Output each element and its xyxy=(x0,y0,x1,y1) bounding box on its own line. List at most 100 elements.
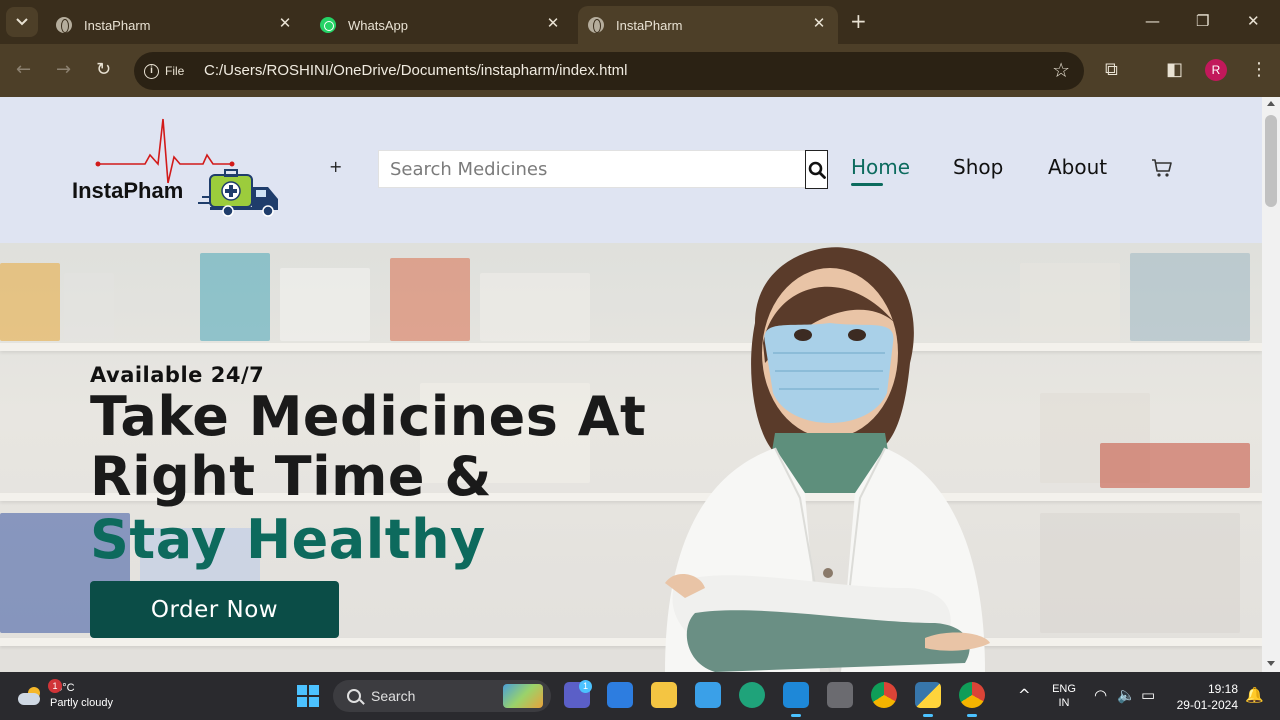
extensions-icon[interactable]: ⧉ xyxy=(1105,59,1118,81)
clock[interactable]: 19:18 29-01-2024 xyxy=(1170,681,1238,713)
hero-headline-line1: Take Medicines At xyxy=(90,385,647,448)
weather-widget[interactable]: 1 26°C Partly cloudy xyxy=(18,679,113,711)
tab-title: InstaPharm xyxy=(616,17,683,33)
pharmacist-image xyxy=(665,247,990,672)
globe-icon xyxy=(56,17,72,33)
hero-headline-line2: Right Time & xyxy=(90,445,492,508)
weather-desc: Partly cloudy xyxy=(50,697,113,709)
globe-icon xyxy=(588,17,604,33)
clock-date: 29-01-2024 xyxy=(1176,698,1238,712)
site-header: InstaPham + Home Shop About xyxy=(0,97,1262,243)
hero-eyebrow: Available 24/7 xyxy=(90,363,265,387)
chevron-down-icon xyxy=(16,18,28,26)
calculator-icon[interactable] xyxy=(827,682,853,708)
product-box xyxy=(0,263,60,341)
search-button[interactable] xyxy=(805,150,828,189)
notepad-icon[interactable] xyxy=(695,682,721,708)
product-box xyxy=(280,268,370,341)
search-icon xyxy=(808,161,826,179)
nav-active-underline xyxy=(851,183,883,186)
search-highlight-icon xyxy=(503,684,543,708)
url-text[interactable]: C:/Users/ROSHINI/OneDrive/Documents/inst… xyxy=(204,62,627,79)
hero-headline-accent: Stay Healthy xyxy=(90,508,486,571)
tab-title: InstaPharm xyxy=(84,17,151,33)
edge-icon[interactable] xyxy=(739,682,765,708)
file-explorer-icon[interactable] xyxy=(651,682,677,708)
tab-instapharm-active[interactable]: InstaPharm ✕ xyxy=(578,6,838,44)
product-box xyxy=(1100,443,1250,488)
browser-tabstrip: InstaPharm ✕ WhatsApp ✕ InstaPharm ✕ + —… xyxy=(0,0,1280,44)
close-tab-icon[interactable]: ✕ xyxy=(810,15,828,33)
weather-badge: 1 xyxy=(48,679,62,693)
scrollbar-thumb[interactable] xyxy=(1265,115,1277,207)
lang-region: IN xyxy=(1058,697,1070,709)
product-box xyxy=(390,258,470,341)
forward-icon[interactable]: → xyxy=(56,60,71,80)
bookmark-star-icon[interactable]: ☆ xyxy=(1052,59,1070,81)
logo-text: InstaPham xyxy=(72,178,183,203)
scroll-up-arrow-icon[interactable] xyxy=(1267,101,1275,106)
tab-search-button[interactable] xyxy=(6,7,38,37)
back-icon[interactable]: ← xyxy=(16,60,31,80)
address-bar[interactable]: i File C:/Users/ROSHINI/OneDrive/Documen… xyxy=(134,52,1084,90)
hero-banner: Available 24/7 Take Medicines At Right T… xyxy=(0,243,1262,672)
wifi-icon[interactable]: ◠ xyxy=(1094,686,1107,704)
cart-icon[interactable] xyxy=(1151,157,1173,179)
scroll-down-arrow-icon[interactable] xyxy=(1267,661,1275,666)
new-tab-icon[interactable]: + xyxy=(850,11,867,31)
product-box xyxy=(480,273,590,341)
site-info-chip[interactable]: i File xyxy=(144,60,184,82)
partly-cloudy-icon xyxy=(18,685,44,707)
info-icon: i xyxy=(144,63,159,79)
product-box xyxy=(200,253,270,341)
search-box xyxy=(378,150,806,188)
taskbar-search[interactable]: Search xyxy=(333,680,551,712)
profile-avatar[interactable]: R xyxy=(1205,59,1227,81)
tab-instapharm-1[interactable]: InstaPharm ✕ xyxy=(44,6,304,44)
volume-icon[interactable]: 🔈 xyxy=(1117,686,1136,704)
taskbar-search-label: Search xyxy=(371,688,416,704)
microsoft-store-icon[interactable] xyxy=(607,682,633,708)
file-chip-label: File xyxy=(165,64,185,78)
tab-title: WhatsApp xyxy=(348,17,408,33)
teams-badge: 1 xyxy=(579,680,592,693)
notification-bell-icon[interactable]: 🔔 xyxy=(1245,686,1264,704)
side-panel-icon[interactable]: ◧ xyxy=(1166,59,1183,81)
product-box xyxy=(64,273,114,341)
restore-icon[interactable]: ❐ xyxy=(1196,12,1209,30)
close-tab-icon[interactable]: ✕ xyxy=(276,15,294,33)
windows-start-icon[interactable] xyxy=(297,685,319,707)
chrome-icon[interactable] xyxy=(871,682,897,708)
plus-icon[interactable]: + xyxy=(329,157,342,176)
search-icon xyxy=(347,689,361,703)
windows-taskbar: 1 26°C Partly cloudy Search 1 ^ ENG IN ◠… xyxy=(0,672,1280,720)
minimize-icon[interactable]: — xyxy=(1145,12,1160,30)
lang-code: ENG xyxy=(1052,683,1076,695)
nav-shop-link[interactable]: Shop xyxy=(953,155,1003,179)
search-input[interactable] xyxy=(379,151,805,187)
language-indicator[interactable]: ENG IN xyxy=(1050,682,1078,710)
product-box xyxy=(1020,263,1120,341)
chrome-profile-icon[interactable] xyxy=(959,682,985,717)
web-page: InstaPham + Home Shop About xyxy=(0,97,1262,672)
clock-time: 19:18 xyxy=(1207,682,1238,696)
instapharm-logo[interactable]: InstaPham xyxy=(70,117,285,217)
reload-icon[interactable]: ↻ xyxy=(96,60,111,80)
close-window-icon[interactable]: ✕ xyxy=(1247,12,1260,30)
nav-about-link[interactable]: About xyxy=(1048,155,1107,179)
battery-icon[interactable]: ▭ xyxy=(1141,686,1155,704)
vscode-icon[interactable] xyxy=(783,682,809,717)
nav-home-link[interactable]: Home xyxy=(851,155,910,179)
show-hidden-icons-icon[interactable]: ^ xyxy=(1018,686,1031,704)
hero-text-block: Available 24/7 Take Medicines At Right T… xyxy=(90,363,646,573)
close-tab-icon[interactable]: ✕ xyxy=(544,15,562,33)
product-box xyxy=(1130,253,1250,341)
order-now-button[interactable]: Order Now xyxy=(90,581,339,638)
browser-toolbar: ← → ↻ i File C:/Users/ROSHINI/OneDrive/D… xyxy=(0,44,1280,97)
whatsapp-icon xyxy=(320,17,336,33)
product-box xyxy=(1040,513,1240,633)
python-icon[interactable] xyxy=(915,682,941,717)
tab-whatsapp[interactable]: WhatsApp ✕ xyxy=(310,6,572,44)
page-scrollbar[interactable] xyxy=(1262,97,1280,672)
menu-kebab-icon[interactable]: ⋮ xyxy=(1250,59,1268,81)
